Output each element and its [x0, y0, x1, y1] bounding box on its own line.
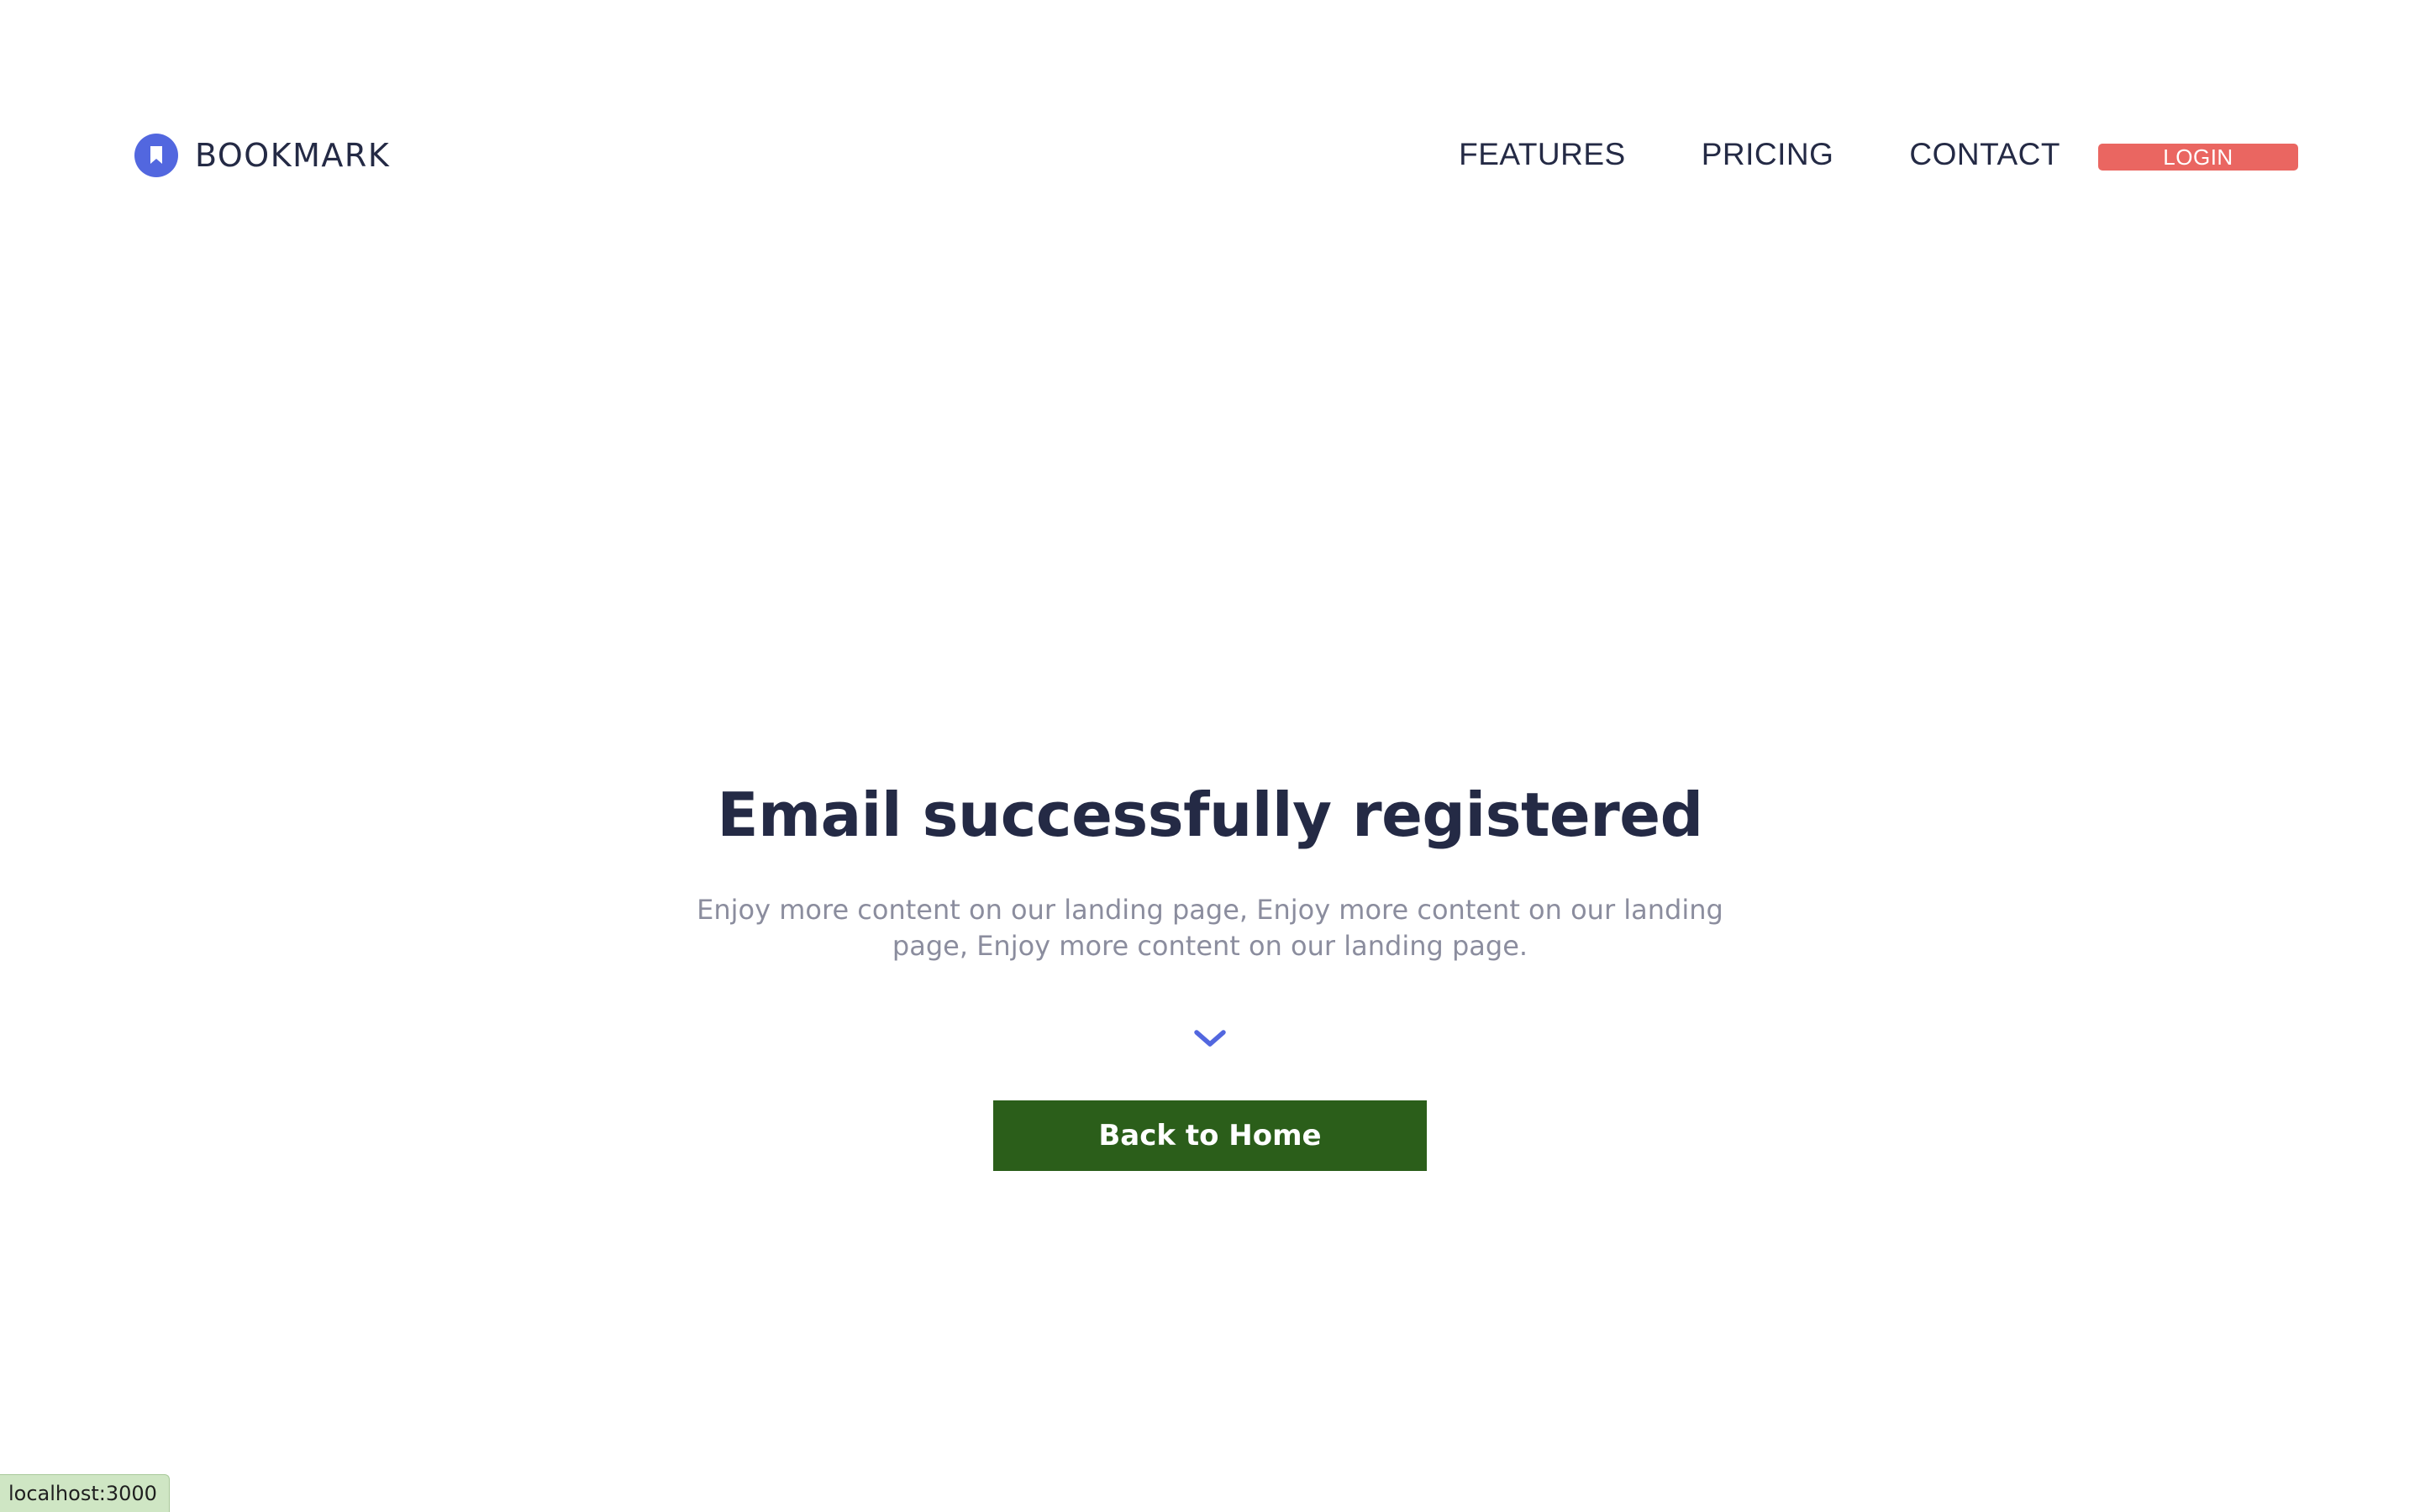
back-to-home-button[interactable]: Back to Home [993, 1100, 1427, 1171]
nav-link-features[interactable]: FEATURES [1459, 139, 1626, 170]
nav-link-pricing[interactable]: PRICING [1702, 139, 1834, 170]
brand-name: BOOKMARK [195, 137, 391, 174]
hero-description: Enjoy more content on our landing page, … [697, 894, 1723, 962]
brand-logo[interactable]: BOOKMARK [134, 134, 390, 177]
login-button[interactable]: LOGIN [2098, 144, 2298, 171]
hero-section: Email successfully registered Enjoy more… [0, 773, 2420, 1171]
site-header: BOOKMARK FEATURES PRICING CONTACT LOGIN [0, 0, 2420, 311]
status-bar-url: localhost:3000 [0, 1474, 170, 1512]
nav-link-contact[interactable]: CONTACT [1909, 139, 2060, 170]
page-title: Email successfully registered [717, 780, 1703, 850]
main-nav: FEATURES PRICING CONTACT LOGIN [1459, 133, 2298, 175]
bookmark-icon [134, 134, 178, 177]
chevron-down-icon[interactable] [1193, 1028, 1227, 1050]
